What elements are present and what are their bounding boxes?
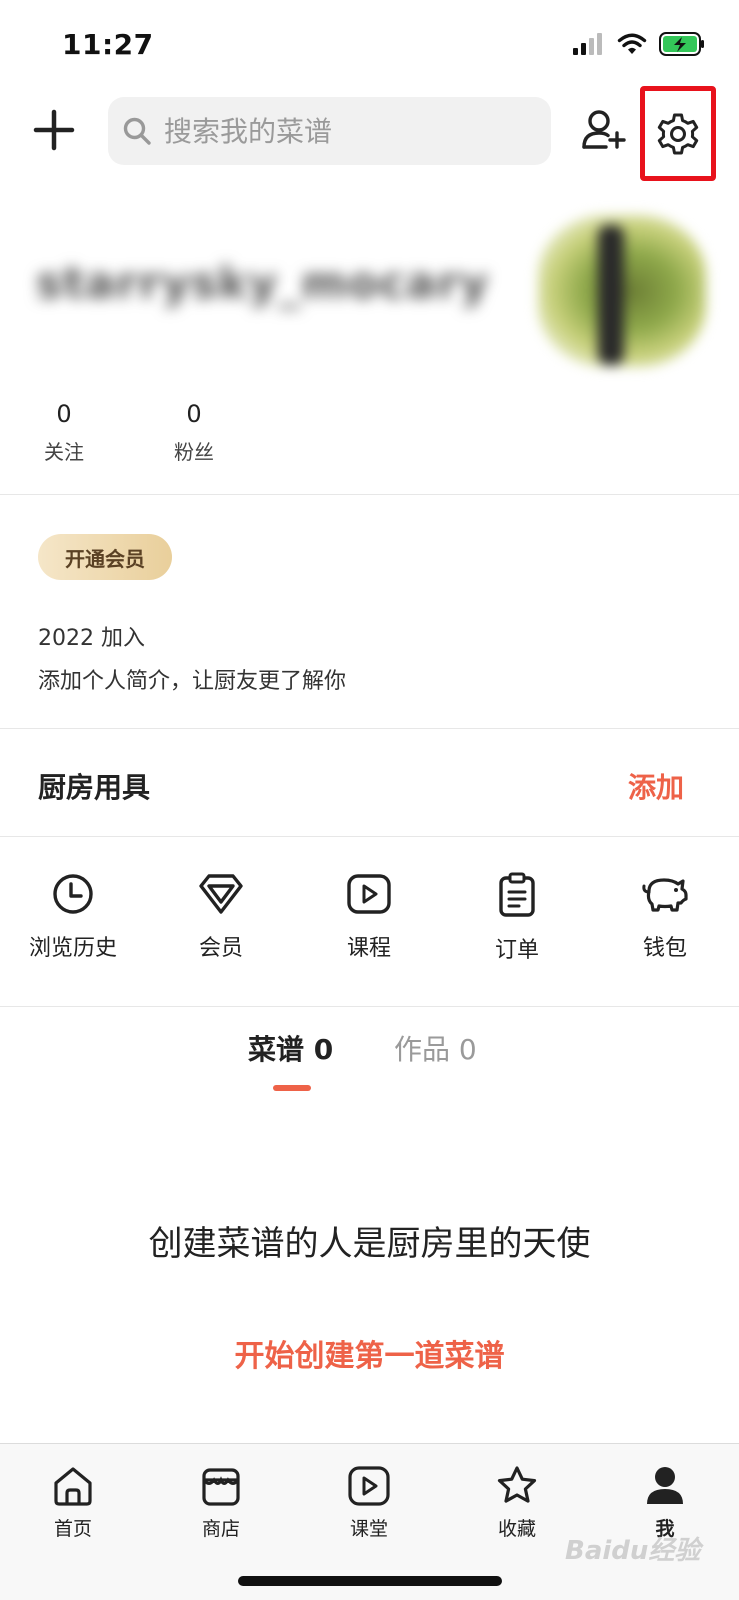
shortcut-wallet[interactable]: 钱包 — [605, 872, 725, 962]
divider — [0, 836, 739, 837]
followers-stat[interactable]: 0 粉丝 — [154, 400, 234, 465]
piggy-bank-icon — [642, 878, 688, 912]
shortcut-label: 会员 — [198, 936, 243, 961]
clock-icon — [53, 874, 93, 914]
add-friend-button[interactable] — [580, 106, 628, 154]
search-bar[interactable] — [108, 97, 551, 165]
kitchen-add-button[interactable]: 添加 — [628, 766, 684, 806]
divider — [0, 494, 739, 495]
shortcut-label: 订单 — [494, 938, 539, 963]
clipboard-icon — [499, 872, 535, 917]
kitchen-tools-title: 厨房用具 — [38, 771, 151, 804]
create-first-recipe-link[interactable]: 开始创建第一道菜谱 — [0, 1331, 739, 1375]
add-user-icon — [582, 110, 626, 149]
status-time: 11:27 — [62, 28, 154, 61]
tab-works[interactable]: 作品 0 — [394, 1028, 477, 1068]
shortcut-history[interactable]: 浏览历史 — [13, 872, 133, 962]
shortcut-orders[interactable]: 订单 — [457, 872, 577, 964]
tab-indicator — [273, 1085, 311, 1091]
nav-label: 课堂 — [349, 1518, 388, 1540]
tab-recipes[interactable]: 菜谱 0 — [248, 1028, 333, 1068]
search-input[interactable] — [164, 114, 524, 148]
nav-store[interactable]: 商店 — [161, 1464, 281, 1541]
wifi-icon — [617, 33, 647, 54]
nav-classroom[interactable]: 课堂 — [309, 1464, 429, 1541]
following-stat[interactable]: 0 关注 — [24, 400, 104, 465]
shortcut-label: 浏览历史 — [28, 936, 117, 961]
avatar[interactable] — [538, 215, 706, 367]
home-icon — [54, 1467, 92, 1506]
play-icon — [348, 1466, 390, 1506]
followers-count: 0 — [186, 400, 202, 428]
followers-label: 粉丝 — [174, 440, 214, 464]
shortcut-membership[interactable]: 会员 — [161, 872, 281, 962]
divider — [0, 1006, 739, 1007]
user-icon — [647, 1467, 683, 1504]
search-icon — [123, 117, 151, 145]
status-icons — [573, 32, 705, 56]
nav-label: 首页 — [53, 1518, 92, 1540]
nav-favorites[interactable]: 收藏 — [457, 1464, 577, 1541]
star-icon — [497, 1466, 537, 1503]
gear-icon — [657, 113, 699, 154]
diamond-icon — [199, 874, 243, 914]
play-icon — [347, 874, 391, 914]
settings-button[interactable] — [640, 86, 716, 181]
divider — [0, 728, 739, 729]
shortcut-courses[interactable]: 课程 — [309, 872, 429, 962]
bio-prompt[interactable]: 添加个人简介，让厨友更了解你 — [38, 663, 346, 695]
empty-state-message: 创建菜谱的人是厨房里的天使 — [148, 1224, 591, 1264]
nav-label: 商店 — [201, 1518, 240, 1540]
nav-label: 收藏 — [497, 1518, 536, 1540]
shortcut-label: 钱包 — [642, 936, 687, 961]
following-label: 关注 — [44, 440, 84, 464]
create-button[interactable] — [30, 106, 78, 154]
signal-icon — [573, 33, 602, 55]
vip-button[interactable]: 开通会员 — [38, 534, 172, 580]
username: starrysky_mocary — [36, 258, 490, 309]
shortcut-label: 课程 — [346, 936, 391, 961]
watermark: Baidu经验 — [565, 1536, 701, 1566]
store-icon — [202, 1468, 240, 1506]
nav-home[interactable]: 首页 — [13, 1464, 133, 1541]
plus-icon — [33, 109, 75, 151]
battery-charging-icon — [659, 32, 704, 56]
join-year: 2022 加入 — [38, 626, 145, 651]
following-count: 0 — [56, 400, 72, 428]
home-indicator[interactable] — [238, 1576, 502, 1586]
